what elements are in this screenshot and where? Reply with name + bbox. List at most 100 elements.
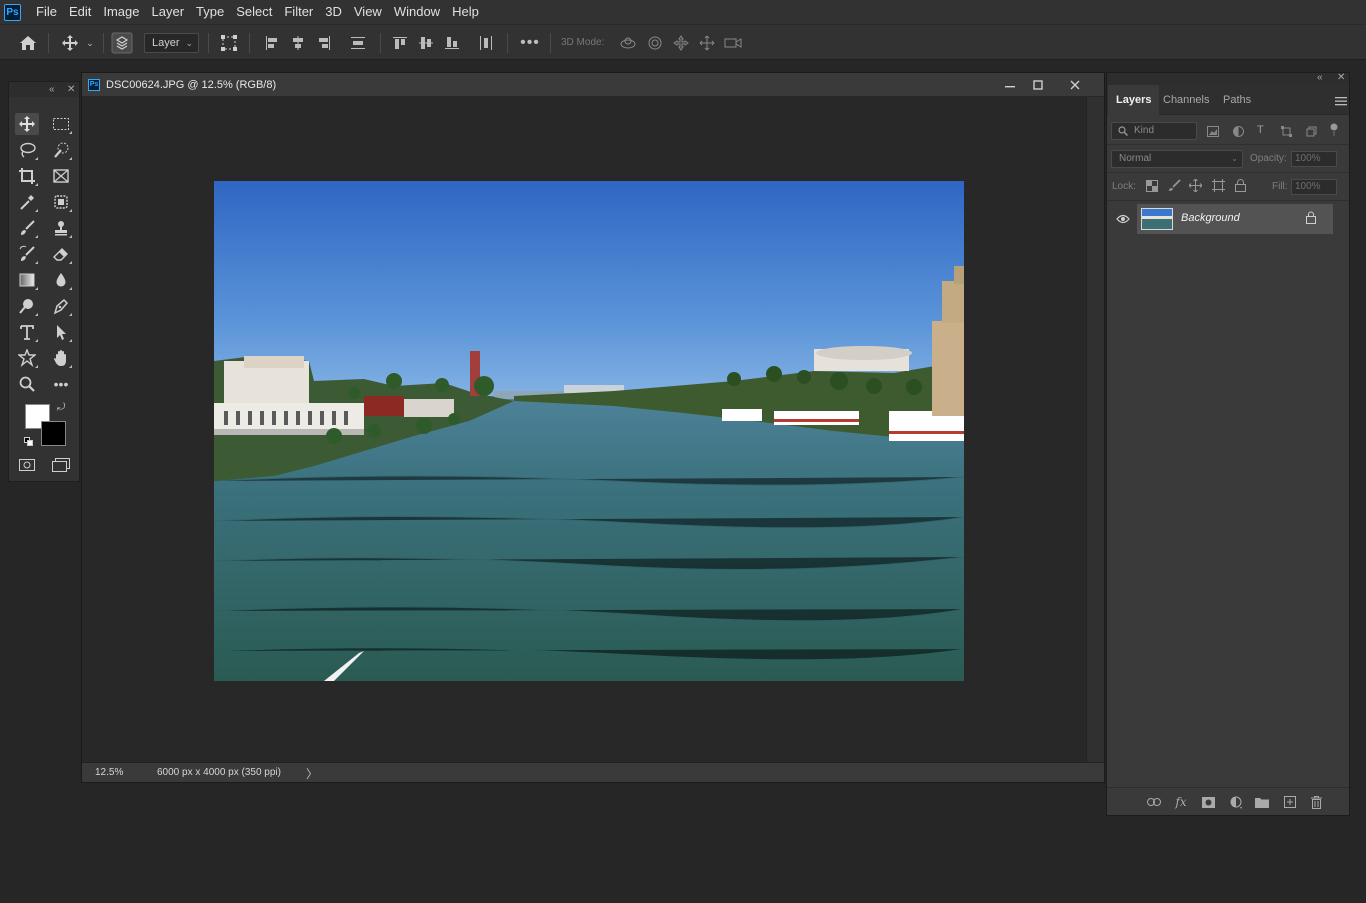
hand-tool[interactable] xyxy=(49,347,73,369)
align-right-icon[interactable] xyxy=(314,25,334,61)
align-horizontal-center-icon[interactable] xyxy=(288,25,308,61)
menu-window[interactable]: Window xyxy=(388,0,446,24)
link-layers-icon[interactable] xyxy=(1145,793,1163,811)
fill-input[interactable]: 100% xyxy=(1291,179,1337,195)
zoom-level[interactable]: 12.5% xyxy=(95,767,123,778)
minimize-icon[interactable] xyxy=(996,73,1024,96)
menu-image[interactable]: Image xyxy=(97,0,145,24)
document-tab[interactable]: Ps DSC00624.JPG @ 12.5% (RGB/8) xyxy=(82,73,1104,96)
tools-panel-header[interactable]: « ✕ xyxy=(9,82,79,97)
history-brush-tool[interactable] xyxy=(15,243,39,265)
add-mask-icon[interactable] xyxy=(1199,793,1217,811)
menu-view[interactable]: View xyxy=(348,0,388,24)
shape-tool[interactable] xyxy=(15,347,39,369)
swap-colors-icon[interactable]: ⤾ xyxy=(57,402,65,413)
slide-3d-icon[interactable] xyxy=(696,25,718,61)
eyedropper-tool[interactable] xyxy=(15,191,39,213)
brush-tool[interactable] xyxy=(15,217,39,239)
marquee-tool[interactable] xyxy=(49,113,73,135)
align-top-icon[interactable] xyxy=(390,25,410,61)
gradient-tool[interactable] xyxy=(15,269,39,291)
auto-select-target-select[interactable]: Layer ⌄ xyxy=(144,33,199,53)
layer-style-icon[interactable]: fx xyxy=(1172,793,1190,811)
menu-type[interactable]: Type xyxy=(190,0,230,24)
orbit-3d-icon[interactable] xyxy=(617,25,639,61)
close-icon[interactable]: ✕ xyxy=(67,82,75,97)
delete-layer-icon[interactable] xyxy=(1307,793,1325,811)
align-vertical-center-icon[interactable] xyxy=(416,25,436,61)
layer-kind-filter[interactable]: Kind xyxy=(1111,122,1197,140)
filter-type-icon[interactable]: T xyxy=(1257,124,1264,136)
move-icon[interactable] xyxy=(58,25,82,61)
lasso-tool[interactable] xyxy=(15,139,39,161)
lock-transparent-pixels-icon[interactable] xyxy=(1146,180,1158,195)
maximize-icon[interactable] xyxy=(1024,73,1052,96)
collapse-panel-icon[interactable]: « xyxy=(49,82,55,97)
menu-select[interactable]: Select xyxy=(230,0,278,24)
panel-menu-icon[interactable] xyxy=(1335,94,1347,109)
quick-mask-mode[interactable] xyxy=(15,454,39,476)
new-layer-icon[interactable] xyxy=(1281,793,1299,811)
lock-position-icon[interactable] xyxy=(1188,178,1203,195)
distribute-horizontal-icon[interactable] xyxy=(476,25,496,61)
tab-paths[interactable]: Paths xyxy=(1215,85,1259,115)
menu-filter[interactable]: Filter xyxy=(278,0,319,24)
new-adjustment-layer-icon[interactable] xyxy=(1227,793,1245,811)
filter-smart-object-icon[interactable] xyxy=(1306,125,1317,140)
pen-tool[interactable] xyxy=(49,295,73,317)
menu-edit[interactable]: Edit xyxy=(63,0,97,24)
type-tool[interactable] xyxy=(15,321,39,343)
zoom-tool[interactable] xyxy=(15,373,39,395)
layer-visibility-toggle[interactable] xyxy=(1111,204,1135,234)
transform-controls-icon[interactable] xyxy=(218,25,240,61)
panel-dock-header[interactable]: « ✕ xyxy=(1107,72,1349,85)
more-tools[interactable]: ••• xyxy=(49,373,73,395)
filter-shape-icon[interactable] xyxy=(1281,125,1292,140)
screen-mode[interactable] xyxy=(49,454,73,476)
tab-layers[interactable]: Layers xyxy=(1108,85,1160,115)
photoshop-logo[interactable]: Ps xyxy=(4,3,21,21)
filter-adjustment-icon[interactable] xyxy=(1233,125,1244,140)
align-bottom-icon[interactable] xyxy=(442,25,462,61)
menu-3d[interactable]: 3D xyxy=(319,0,348,24)
lock-artboard-icon[interactable] xyxy=(1212,179,1225,195)
move-options-chevron-icon[interactable]: ⌄ xyxy=(84,25,96,61)
menu-file[interactable]: File xyxy=(30,0,63,24)
collapse-panel-icon[interactable]: « xyxy=(1317,72,1323,83)
vertical-scrollbar[interactable] xyxy=(1086,97,1104,763)
dodge-tool[interactable] xyxy=(15,295,39,317)
pan-3d-icon[interactable] xyxy=(670,25,692,61)
path-selection-tool[interactable] xyxy=(49,321,73,343)
frame-tool[interactable] xyxy=(49,165,73,187)
home-icon[interactable] xyxy=(17,25,39,61)
canvas-area[interactable] xyxy=(85,97,1087,763)
align-left-icon[interactable] xyxy=(262,25,282,61)
filter-pixel-icon[interactable] xyxy=(1207,125,1219,140)
patch-tool[interactable] xyxy=(49,191,73,213)
camera-3d-icon[interactable] xyxy=(722,25,744,61)
layer-row[interactable]: Background xyxy=(1137,204,1333,234)
close-icon[interactable]: ✕ xyxy=(1337,72,1345,83)
lock-image-pixels-icon[interactable] xyxy=(1168,179,1181,195)
eraser-tool[interactable] xyxy=(49,243,73,265)
roll-3d-icon[interactable] xyxy=(644,25,666,61)
menu-layer[interactable]: Layer xyxy=(146,0,191,24)
move-tool[interactable] xyxy=(15,113,39,135)
menu-help[interactable]: Help xyxy=(446,0,485,24)
close-icon[interactable] xyxy=(1061,73,1089,96)
quick-selection-tool[interactable] xyxy=(49,139,73,161)
lock-all-icon[interactable] xyxy=(1235,179,1246,195)
auto-select-icon[interactable] xyxy=(110,25,134,61)
document-image[interactable] xyxy=(214,181,964,681)
status-menu-arrow-icon[interactable]: 〉 xyxy=(306,765,318,782)
distribute-vertical-icon[interactable] xyxy=(348,25,368,61)
opacity-input[interactable]: 100% xyxy=(1291,151,1337,167)
more-options-icon[interactable]: ••• xyxy=(518,25,542,61)
crop-tool[interactable] xyxy=(15,165,39,187)
default-colors-icon[interactable] xyxy=(24,435,34,446)
stamp-tool[interactable] xyxy=(49,217,73,239)
layer-name[interactable]: Background xyxy=(1181,212,1240,224)
filter-toggle-icon[interactable] xyxy=(1329,123,1339,140)
new-group-icon[interactable] xyxy=(1253,793,1271,811)
tab-channels[interactable]: Channels xyxy=(1155,85,1217,115)
